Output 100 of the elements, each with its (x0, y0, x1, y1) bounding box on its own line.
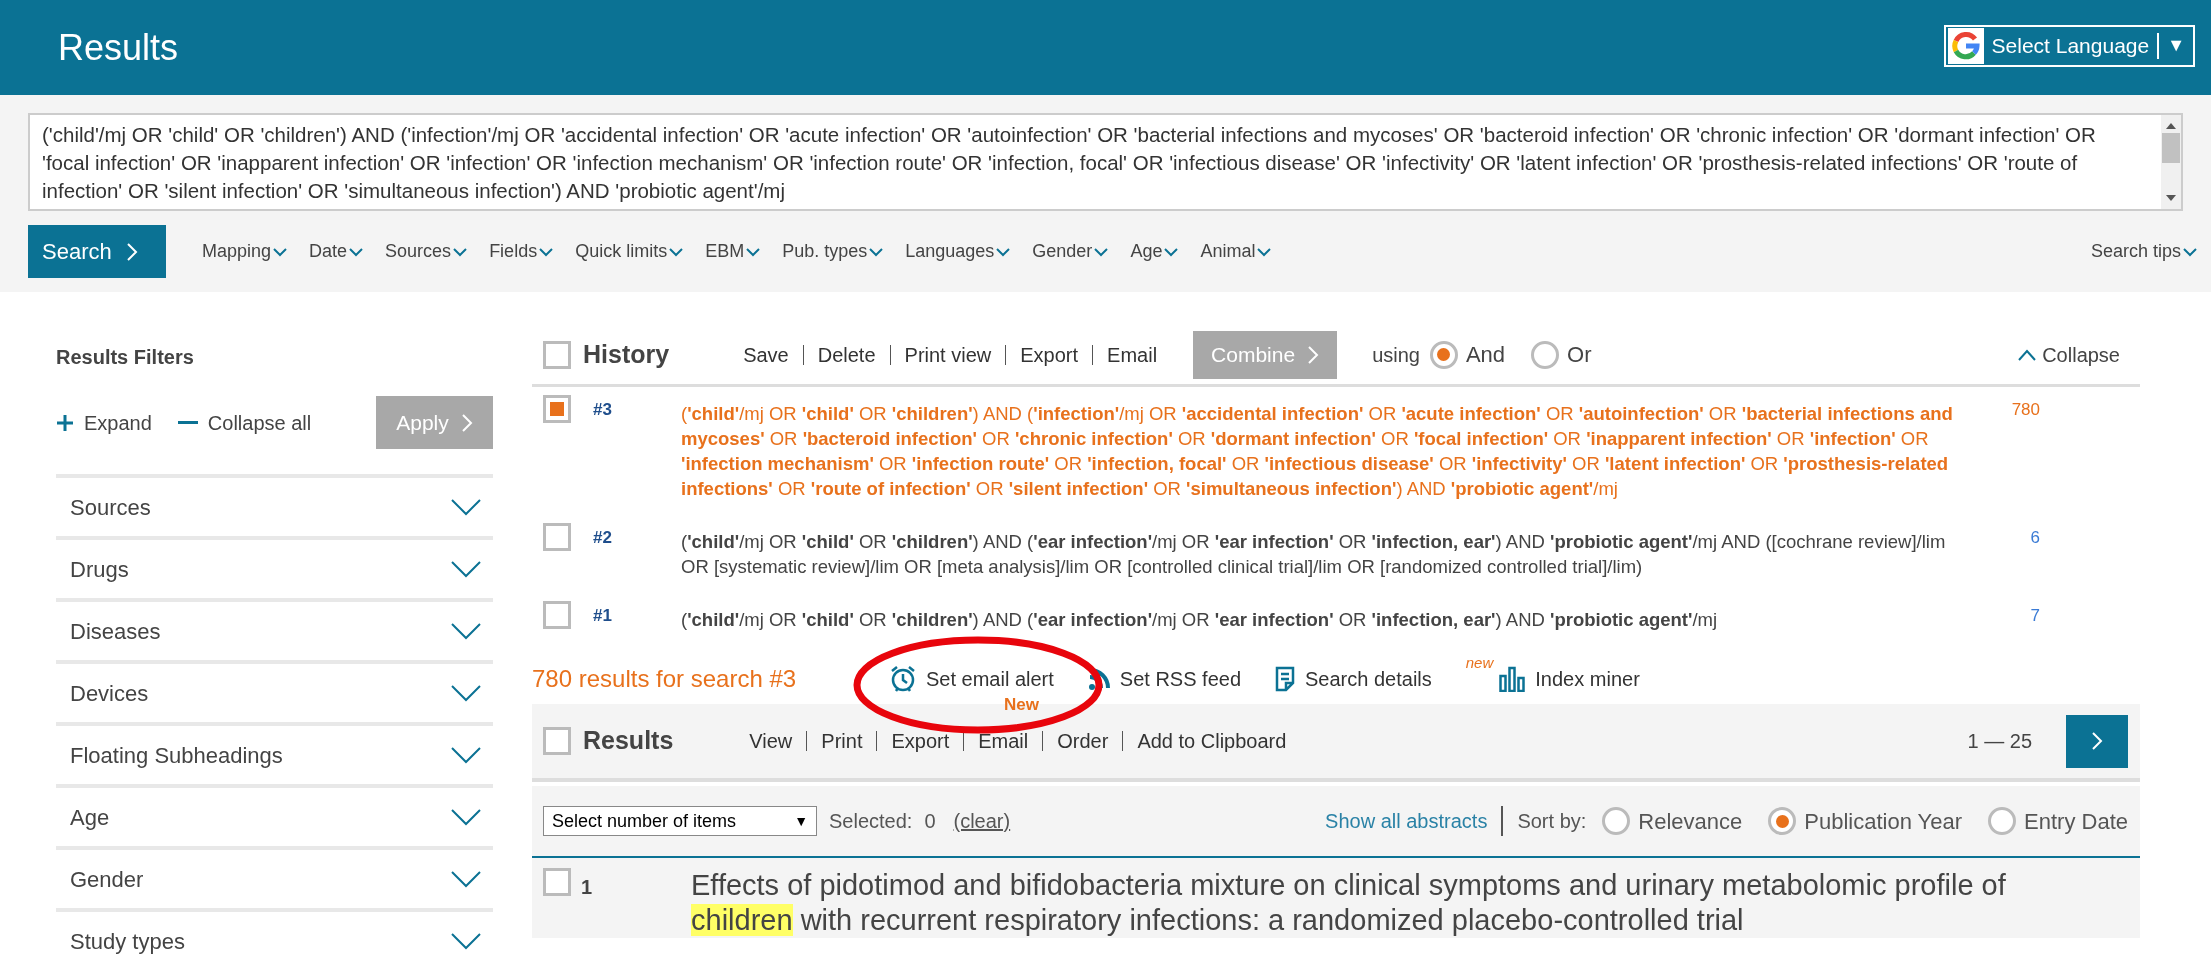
filter-item[interactable]: Sources (56, 478, 493, 540)
sort-option[interactable]: Relevance (1602, 804, 1743, 838)
result-count: 6 (2030, 527, 2040, 549)
search-query: ('child'/mj OR 'child' OR 'children') AND ('ear infection'/mj OR 'ear infection' OR 'infection, ear') AND 'probiotic agent'/mj AND ([cochrane review]/lim OR [systematic review]/lim OR [meta analysis]/lim OR [controlled clinical trial]/lim OR [randomized controlled trial]/lim) (681, 530, 1947, 579)
plus-icon (56, 413, 74, 432)
filter-item[interactable]: Devices (56, 664, 493, 726)
chevron-up-icon (2018, 348, 2037, 361)
results-action-link[interactable]: Print (821, 726, 863, 756)
history-action-link[interactable]: Save (743, 339, 789, 370)
chevron-down-icon (451, 498, 481, 516)
sort-option[interactable]: Publication Year (1768, 804, 1963, 838)
sort-label: Sort by: (1517, 809, 1587, 834)
clear-link[interactable]: (clear) (953, 806, 1011, 836)
combine-option[interactable]: And (1429, 338, 1506, 371)
page-range: 1 — 25 (1967, 729, 2032, 754)
sort-option[interactable]: Entry Date (1988, 804, 2128, 838)
filter-item[interactable]: Diseases (56, 602, 493, 664)
chevron-down-icon (1257, 246, 1272, 257)
search-tips-link[interactable]: Search tips (2090, 238, 2197, 265)
history-action-link[interactable]: Print view (904, 339, 992, 370)
history-action-link[interactable]: Email (1107, 339, 1158, 370)
collapse-all-link[interactable]: Collapse all (177, 407, 312, 438)
chevron-down-icon (746, 246, 761, 257)
result-title[interactable]: Effects of pidotimod and bifidobacteria mixture on clinical symptoms and urinary metabolomic profile of children with recurrent respiratory infections: a randomized placebo-controlled trial (691, 868, 2081, 938)
summary-link[interactable]: Search details (1275, 664, 1432, 694)
scroll-bar-icon (2161, 115, 2181, 209)
history-action-link[interactable]: Export (1020, 339, 1079, 370)
radio-button[interactable] (1602, 807, 1631, 835)
chevron-right-icon (2091, 731, 2103, 751)
combine-option[interactable]: Or (1531, 338, 1592, 371)
chevron-down-icon (451, 560, 481, 578)
results-action-link[interactable]: Add to Clipboard (1137, 726, 1287, 756)
collapse-link[interactable]: Collapse (2018, 339, 2120, 370)
results-heading: 780 results for search #3 (532, 664, 798, 694)
filter-item[interactable]: Study types (56, 912, 493, 960)
summary-link[interactable]: Set email alert (890, 664, 1054, 694)
chevron-down-icon (273, 246, 288, 257)
radio-button[interactable] (1531, 340, 1560, 369)
search-number: #3 (593, 399, 613, 421)
items-select[interactable]: Select number of items ▼ (543, 806, 817, 836)
filter-menu[interactable]: Date (309, 238, 364, 265)
selected-label: Selected: (829, 809, 913, 834)
chevron-down-icon (1164, 246, 1179, 257)
section-title: History (583, 338, 670, 370)
bar-chart-icon (1499, 666, 1526, 692)
filter-menu[interactable]: EBM (705, 238, 761, 265)
chevron-down-icon (539, 246, 554, 257)
radio-button[interactable] (1988, 807, 2017, 835)
filter-menu[interactable]: Mapping (202, 238, 288, 265)
filter-item[interactable]: Drugs (56, 540, 493, 602)
chevron-down-icon (1094, 246, 1109, 257)
result-number: 1 (581, 875, 594, 900)
next-page-button[interactable] (2066, 714, 2128, 768)
checkbox[interactable] (543, 727, 571, 755)
history-action-link[interactable]: Delete (817, 339, 876, 370)
summary-link[interactable]: Set RSS feed (1087, 664, 1242, 694)
chevron-down-icon (869, 246, 884, 257)
filter-item[interactable]: Gender (56, 850, 493, 912)
results-action-link[interactable]: Email (978, 726, 1029, 756)
document-icon (1275, 666, 1296, 692)
search-button[interactable]: Search (28, 225, 166, 278)
language-button[interactable]: Select Language ▼ (1943, 24, 2195, 67)
filter-menu[interactable]: Quick limits (575, 238, 684, 265)
checkbox[interactable] (543, 868, 571, 896)
radio-button[interactable] (1768, 807, 1797, 835)
results-action-link[interactable]: Order (1057, 726, 1109, 756)
filter-menu[interactable]: Pub. types (782, 238, 884, 265)
section-title: Results (583, 725, 674, 757)
selected-count: 0 (924, 809, 936, 834)
search-query: ('child'/mj OR 'child' OR 'children') AND ('infection'/mj OR 'accidental infection' OR 'acute infection' OR 'autoinfection' OR 'bacterial infections and mycoses' OR 'bacteroid infection' OR 'chronic infection' OR 'dormant infection' OR 'focal infection' OR 'inapparent infection' OR 'infection' OR 'infection mechanism' OR 'infection route' OR 'infection, focal' OR 'infectious disease' OR 'infectivity' OR 'latent infection' OR 'prosthesis-related infections' OR 'route of infection' OR 'silent infection' OR 'simultaneous infection') AND 'probiotic agent'/mj (681, 402, 1954, 501)
search-number: #1 (593, 605, 613, 627)
filter-menu[interactable]: Sources (385, 238, 468, 265)
filter-item[interactable]: Age (56, 788, 493, 850)
chevron-down-icon (451, 746, 481, 764)
summary-link[interactable]: Index miner (1499, 664, 1640, 694)
result-count: 7 (2030, 605, 2040, 627)
chevron-down-icon (451, 932, 481, 950)
filter-menu[interactable]: Languages (905, 238, 1011, 265)
filter-menu[interactable]: Gender (1032, 238, 1109, 265)
checkbox[interactable] (543, 523, 571, 551)
filter-menu[interactable]: Animal (1200, 238, 1272, 265)
checkbox[interactable] (543, 395, 571, 423)
new-label: New (1004, 694, 1039, 716)
radio-button[interactable] (1429, 340, 1458, 369)
show-abstracts-link[interactable]: Show all abstracts (1325, 806, 1488, 836)
chevron-down-icon (669, 246, 684, 257)
chevron-down-icon (996, 246, 1011, 257)
google-logo-icon (1947, 27, 1984, 64)
filter-menu[interactable]: Fields (489, 238, 554, 265)
filter-item[interactable]: Floating Subheadings (56, 726, 493, 788)
sidebar-title: Results Filters (56, 345, 195, 370)
result-count: 780 (2011, 399, 2040, 421)
checkbox[interactable] (543, 340, 571, 369)
filter-menu[interactable]: Age (1130, 238, 1179, 265)
new-label: new (1465, 653, 1494, 673)
query-field[interactable]: ('child'/mj OR 'child' OR 'children') AND ('infection'/mj OR 'accidental infection' OR 'acute infection' OR 'autoinfection' OR 'bacterial infections and mycoses' OR 'bacteroid infection' OR 'chronic infection' OR 'dormant infection' OR 'focal infection' OR 'inapparent infection' OR 'infection' OR 'infection mechanism' OR 'infection route' OR 'infection, focal' OR 'infectious disease' OR 'infectivity' OR 'latent infection' OR 'prosthesis-related infections' OR 'route of infection' OR 'silent infection' OR 'simultaneous infection') AND 'probiotic agent'/mj (28, 113, 2183, 211)
expand-link[interactable]: Expand (56, 407, 152, 438)
results-action-link[interactable]: View (749, 726, 793, 756)
checkbox[interactable] (543, 601, 571, 629)
results-action-link[interactable]: Export (891, 726, 950, 756)
